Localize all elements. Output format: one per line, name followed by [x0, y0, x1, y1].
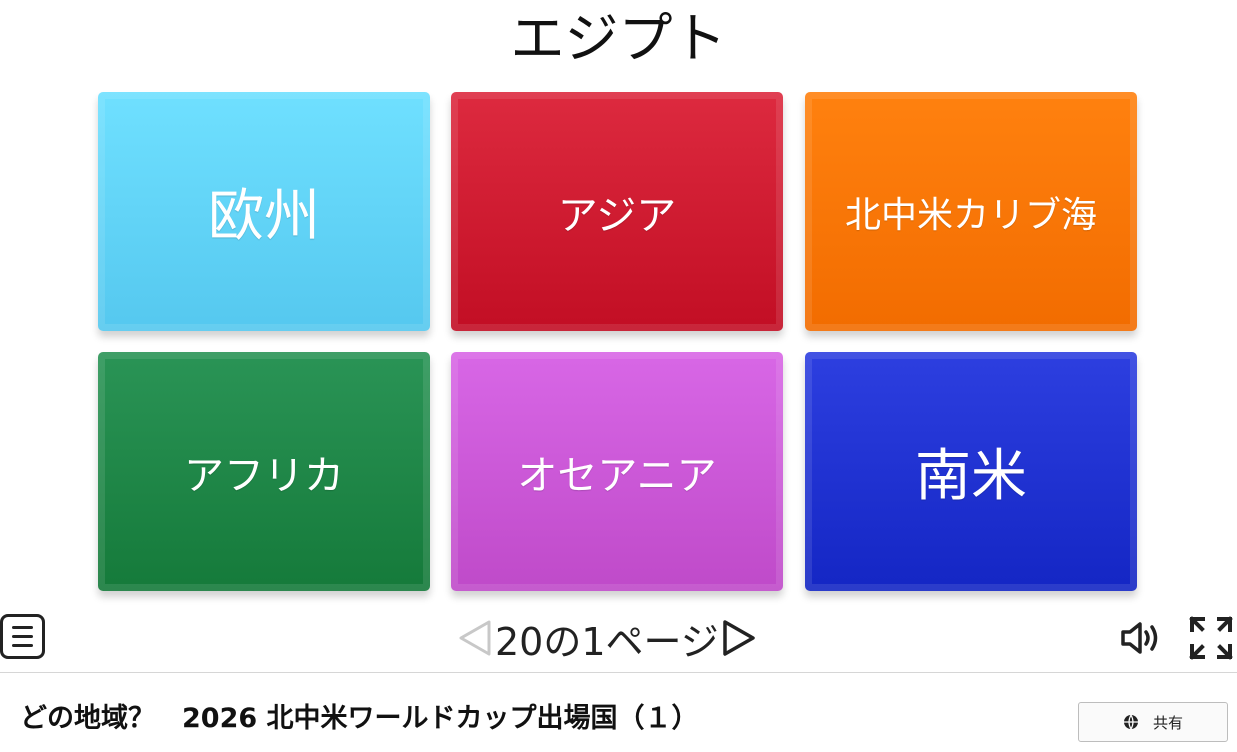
triangle-left-icon — [459, 620, 491, 656]
answer-label: 北中米カリブ海 — [844, 194, 1097, 236]
answer-grid: 欧州 アジア 北中米カリブ海 アフリカ オセアニア 南米 — [98, 92, 1137, 591]
answer-tile-africa[interactable]: アフリカ — [98, 352, 430, 591]
pagination: 20の1ページ — [455, 612, 759, 664]
answer-tile-south-america[interactable]: 南米 — [805, 352, 1137, 591]
triangle-right-icon — [723, 620, 755, 656]
answer-label: 南米 — [915, 444, 1027, 509]
divider — [0, 672, 1237, 673]
speaker-icon — [1121, 622, 1158, 654]
fullscreen-icon — [1189, 616, 1233, 660]
globe-icon — [1123, 714, 1138, 730]
sound-button[interactable] — [1118, 618, 1164, 658]
activity-title: どの地域？ 2026 北中米ワールドカップ出場国（１） — [20, 703, 699, 734]
answer-tile-asia[interactable]: アジア — [451, 92, 783, 331]
answer-label: アジア — [557, 192, 677, 239]
answer-tile-europe[interactable]: 欧州 — [98, 92, 430, 331]
answer-label: 欧州 — [208, 184, 320, 249]
answer-tile-north-central-america[interactable]: 北中米カリブ海 — [805, 92, 1137, 331]
menu-button[interactable] — [0, 614, 45, 659]
share-button[interactable]: 共有 — [1078, 702, 1228, 742]
quiz-app: エジプト 欧州 アジア 北中米カリブ海 アフリカ オセアニア 南米 20の1ペー… — [0, 0, 1237, 752]
page-indicator: 20の1ページ — [495, 619, 719, 664]
next-page-button[interactable] — [719, 613, 759, 663]
prev-page-button[interactable] — [455, 613, 495, 663]
answer-label: オセアニア — [517, 452, 717, 499]
answer-label: アフリカ — [184, 452, 344, 499]
share-label: 共有 — [1152, 713, 1183, 732]
question-title: エジプト — [510, 7, 727, 70]
fullscreen-button[interactable] — [1188, 615, 1234, 661]
answer-tile-oceania[interactable]: オセアニア — [451, 352, 783, 591]
